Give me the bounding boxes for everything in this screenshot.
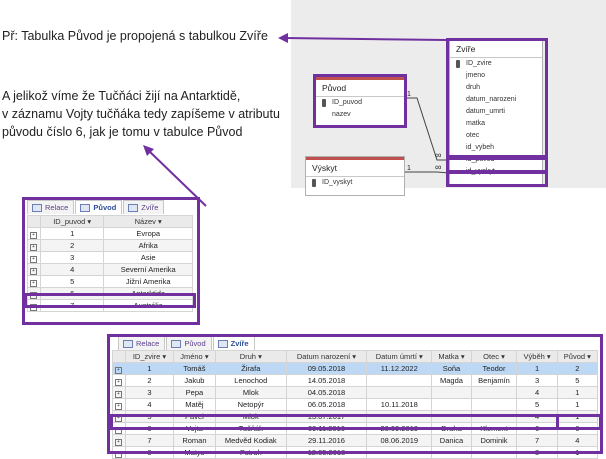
arrow-to-note: [283, 37, 447, 41]
arrowhead-icon: [278, 33, 288, 43]
highlight-antarktida-row: [24, 293, 196, 308]
highlight-zvire-datasheet: [107, 334, 603, 454]
highlight-vojta-row: [110, 414, 602, 430]
highlight-puvod-value: [556, 414, 602, 430]
